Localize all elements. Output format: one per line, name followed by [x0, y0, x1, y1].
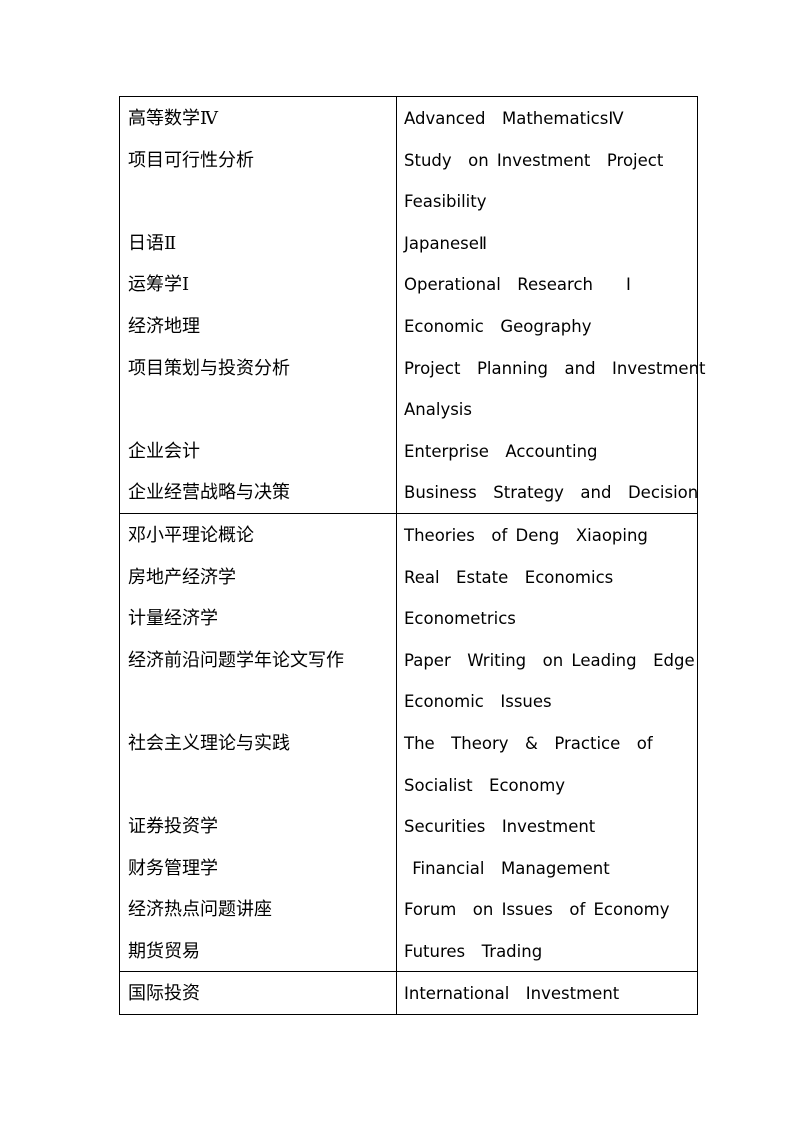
chinese-course-name	[120, 764, 396, 806]
english-course-name: Futures Trading	[404, 941, 543, 961]
chinese-course-name	[120, 180, 396, 222]
table-body: 高等数学Ⅳ 项目可行性分析 日语Ⅱ 运筹学Ⅰ 经济地理项目策划与投资分析 企业会计企业经营…	[119, 96, 706, 1016]
chinese-course-name: 国际投资	[128, 983, 200, 1005]
chinese-course-name: 经济前沿问题学年论文写作	[128, 649, 344, 671]
chinese-course-name: 证券投资学	[128, 816, 218, 838]
chinese-course-name: 房地产经济学	[128, 566, 236, 588]
chinese-course-cell: 高等数学Ⅳ 项目可行性分析 日语Ⅱ 运筹学Ⅰ 经济地理项目策划与投资分析 企业会计企业经营…	[119, 96, 397, 514]
chinese-course-name: 财务管理学	[128, 857, 218, 879]
english-course-name: Economic Geography	[404, 316, 592, 336]
english-course-name: International Investment	[404, 984, 620, 1004]
chinese-course-name: 计量经济学	[128, 608, 218, 630]
english-course-name: Forum on Issues of Economy	[404, 900, 670, 920]
english-course-name: Business Strategy and Decision	[404, 483, 699, 503]
english-course-name: Advanced MathematicsⅣ	[404, 109, 624, 128]
chinese-course-name: 企业会计	[128, 440, 200, 462]
chinese-course-name: 项目策划与投资分析	[128, 357, 290, 379]
english-course-name: The Theory & Practice of	[404, 733, 653, 753]
english-course-name: Securities Investment	[404, 817, 596, 837]
english-course-name: Financial Management	[404, 858, 610, 878]
chinese-course-name: 期货贸易	[128, 940, 200, 962]
table-section-row: 国际投资 International Investment	[119, 971, 698, 1016]
chinese-course-cell: 邓小平理论概论 房地产经济学 计量经济学经济前沿问题学年论文写作 社会主义理论与实践证…	[119, 512, 397, 973]
english-course-name: Feasibility	[404, 192, 487, 212]
chinese-course-name: 经济热点问题讲座	[128, 899, 272, 921]
english-course-cell: International Investment	[396, 971, 698, 1016]
english-course-cell: Advanced MathematicsⅣ Study on Investment…	[396, 96, 706, 514]
english-course-name: Study on Investment Project	[404, 150, 664, 170]
chinese-course-name	[120, 388, 396, 430]
english-course-name: Economic Issues	[404, 692, 552, 712]
table-section-row: 邓小平理论概论 房地产经济学 计量经济学经济前沿问题学年论文写作 社会主义理论与实践证…	[119, 512, 698, 973]
english-course-name: JapaneseⅡ	[404, 233, 488, 253]
english-course-name: Theories of Deng Xiaoping	[404, 525, 648, 545]
table-section-row: 高等数学Ⅳ 项目可行性分析 日语Ⅱ 运筹学Ⅰ 经济地理项目策划与投资分析 企业会计企业经营…	[119, 96, 706, 514]
chinese-course-name: 经济地理	[128, 315, 200, 337]
english-course-cell: Theories of Deng Xiaoping Real Estate Eco…	[396, 512, 698, 973]
chinese-course-name: 邓小平理论概论	[128, 524, 254, 546]
chinese-course-cell: 国际投资	[119, 971, 397, 1016]
course-translation-table: 高等数学Ⅳ 项目可行性分析 日语Ⅱ 运筹学Ⅰ 经济地理项目策划与投资分析 企业会计企业经营…	[119, 96, 706, 1016]
english-course-name: Real Estate Economics	[404, 567, 614, 587]
chinese-course-name: 社会主义理论与实践	[128, 732, 290, 754]
english-course-name: Socialist Economy	[404, 775, 566, 795]
english-course-name: Paper Writing on Leading Edge	[404, 650, 695, 670]
chinese-course-name: 项目可行性分析	[128, 149, 254, 171]
chinese-course-name: 企业经营战略与决策	[128, 482, 290, 504]
english-course-name: Project Planning and Investment	[404, 358, 706, 378]
english-course-name: Operational Research Ⅰ	[404, 275, 631, 295]
chinese-course-name: 运筹学Ⅰ	[128, 274, 190, 296]
chinese-course-name: 高等数学Ⅳ	[128, 108, 218, 129]
english-course-name: Econometrics	[404, 609, 516, 629]
english-course-name: Analysis	[404, 400, 472, 420]
chinese-course-name: 日语Ⅱ	[128, 232, 177, 254]
chinese-course-name	[120, 680, 396, 722]
english-course-name: Enterprise Accounting	[404, 441, 598, 461]
